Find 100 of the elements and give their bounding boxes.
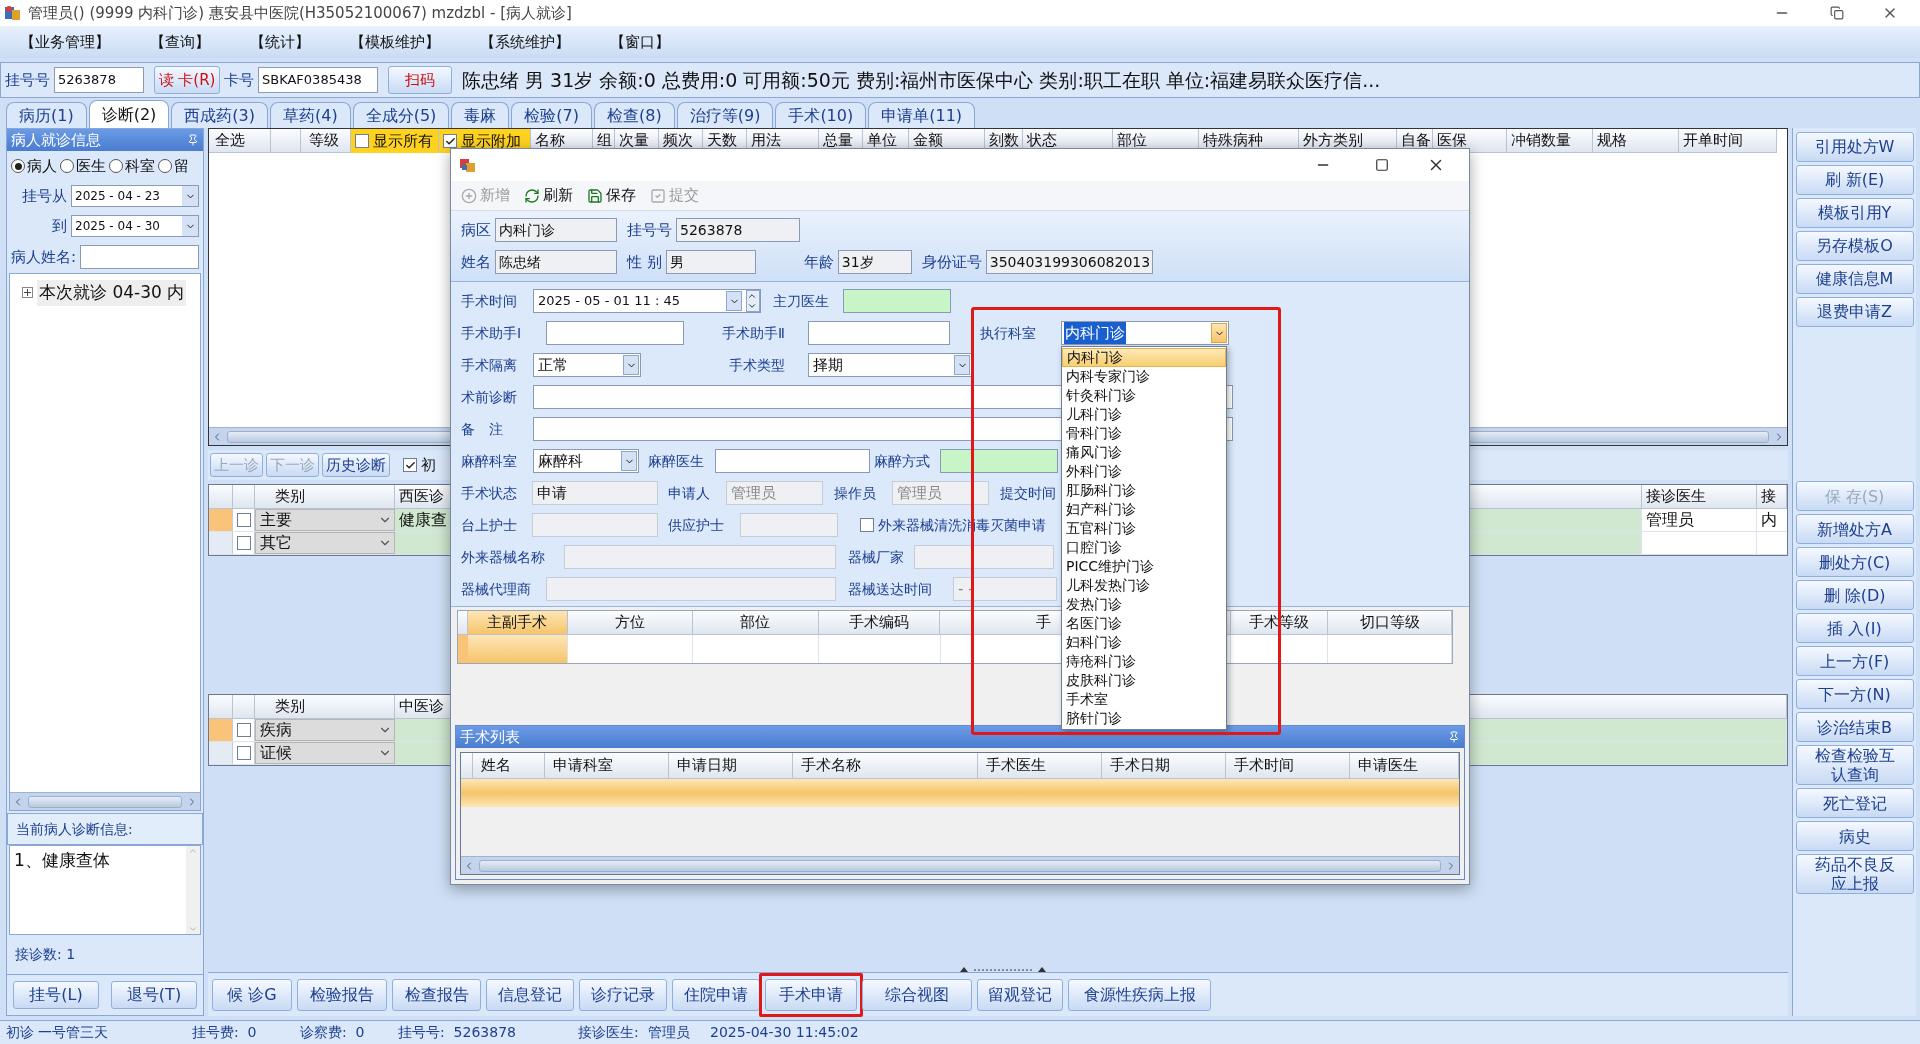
splitter-grip-icon[interactable]: [958, 965, 1048, 973]
action-button[interactable]: 挂号(L): [13, 981, 99, 1009]
side-button[interactable]: 刷 新(E): [1795, 165, 1914, 195]
side-button[interactable]: 检查检验互认查询: [1795, 745, 1914, 785]
category-dropdown[interactable]: 证候: [255, 742, 395, 764]
action-button[interactable]: 检查报告: [392, 978, 481, 1011]
action-button[interactable]: 综合视图: [862, 978, 972, 1011]
tab[interactable]: 诊断(2): [88, 100, 170, 128]
scrollbar-thumb[interactable]: [479, 859, 1441, 872]
side-button[interactable]: 删 除(D): [1795, 580, 1914, 610]
side-button[interactable]: 下一方(N): [1795, 679, 1914, 709]
readonly-field[interactable]: 陈忠绪: [495, 250, 617, 274]
toolbar-button[interactable]: 刷新: [524, 184, 573, 207]
input-field[interactable]: 5263878: [54, 67, 144, 93]
tree-item[interactable]: 本次就诊 04-30 内: [37, 280, 187, 306]
tab[interactable]: 手术(10): [775, 102, 867, 128]
dropdown-button[interactable]: [621, 451, 637, 471]
side-button[interactable]: 诊治结束B: [1795, 712, 1914, 742]
pin-icon[interactable]: [187, 134, 199, 146]
date-field[interactable]: 2025 - 04 - 23: [71, 185, 199, 207]
column-header[interactable]: 主副手术: [468, 611, 568, 635]
checkbox[interactable]: [860, 518, 874, 532]
dropdown-button[interactable]: [623, 355, 639, 375]
tab[interactable]: 西成药(3): [171, 102, 268, 128]
spin-buttons[interactable]: [746, 290, 760, 312]
menu-item[interactable]: 【窗口】: [610, 30, 670, 54]
dropdown-option[interactable]: PICC维护门诊: [1062, 557, 1226, 576]
pin-icon[interactable]: [1448, 731, 1460, 743]
input-field[interactable]: [914, 545, 1054, 569]
menu-item[interactable]: 【查询】: [150, 30, 210, 54]
dropdown-option[interactable]: 儿科门诊: [1062, 405, 1226, 424]
input-field[interactable]: 申请: [532, 481, 658, 505]
action-button[interactable]: 住院申请: [672, 978, 760, 1011]
tab[interactable]: 治疗等(9): [676, 102, 774, 128]
column-header[interactable]: 部位: [692, 611, 819, 635]
dropdown-option[interactable]: 外科门诊: [1062, 462, 1226, 481]
horizontal-scrollbar[interactable]: [10, 792, 200, 810]
dropdown-option[interactable]: 内科门诊: [1062, 348, 1226, 367]
dropdown-option[interactable]: 皮肤科门诊: [1062, 671, 1226, 690]
dropdown-option[interactable]: 口腔门诊: [1062, 538, 1226, 557]
checkbox[interactable]: [355, 134, 369, 148]
dropdown-option[interactable]: 发热门诊: [1062, 595, 1226, 614]
vertical-scrollbar[interactable]: [186, 846, 200, 934]
side-button[interactable]: 另存模板O: [1795, 231, 1914, 261]
radio-button[interactable]: [60, 159, 74, 173]
category-dropdown[interactable]: 其它: [255, 532, 395, 554]
datetime-field[interactable]: 2025 - 05 - 01 11 : 45: [533, 289, 761, 313]
input-field[interactable]: [546, 577, 836, 601]
row-checkbox[interactable]: [236, 513, 251, 527]
scrollbar-thumb[interactable]: [28, 795, 182, 808]
radio-button[interactable]: [109, 159, 123, 173]
menu-item[interactable]: 【系统维护】: [480, 30, 570, 54]
side-button[interactable]: 退费申请Z: [1795, 297, 1914, 327]
action-button[interactable]: 手术申请: [765, 978, 857, 1011]
radio-button[interactable]: [158, 159, 172, 173]
category-dropdown[interactable]: 疾病: [255, 719, 395, 741]
action-button[interactable]: 留观登记: [977, 978, 1063, 1011]
side-button[interactable]: 新增处方A: [1795, 514, 1914, 544]
dropdown-option[interactable]: 名医门诊: [1062, 614, 1226, 633]
dropdown-option[interactable]: 妇科门诊: [1062, 633, 1226, 652]
dropdown-option[interactable]: 儿科发热门诊: [1062, 576, 1226, 595]
input-field[interactable]: SBKAF0385438: [258, 67, 378, 93]
tab[interactable]: 病历(1): [6, 102, 87, 128]
date-field[interactable]: 2025 - 04 - 30: [71, 215, 199, 237]
toolbar-button[interactable]: 保存: [587, 184, 636, 207]
action-button[interactable]: 退号(T): [111, 981, 197, 1009]
restore-icon[interactable]: [1830, 6, 1844, 20]
readonly-field[interactable]: 31岁: [837, 250, 912, 274]
dropdown-field[interactable]: 择期: [808, 353, 972, 377]
tab[interactable]: 申请单(11): [868, 102, 976, 128]
dropdown-field[interactable]: 内科门诊: [1061, 321, 1229, 345]
select-all-header[interactable]: 全选: [209, 129, 271, 153]
scroll-up-icon[interactable]: [188, 846, 198, 856]
side-button[interactable]: 病史: [1795, 821, 1914, 851]
action-button[interactable]: 信息登记: [486, 978, 574, 1011]
category-dropdown[interactable]: 主要: [255, 509, 395, 531]
dropdown-field[interactable]: 正常: [533, 353, 641, 377]
checkbox[interactable]: [403, 458, 417, 472]
menu-item[interactable]: 【模板维护】: [350, 30, 440, 54]
input-field[interactable]: [940, 449, 1058, 473]
read-card-button[interactable]: 读 卡(R): [154, 66, 220, 94]
row-checkbox[interactable]: [236, 723, 251, 737]
dropdown-option[interactable]: 骨科门诊: [1062, 424, 1226, 443]
dropdown-button[interactable]: [182, 186, 198, 206]
side-button[interactable]: 插 入(I): [1795, 613, 1914, 643]
maximize-icon[interactable]: [1375, 158, 1389, 172]
input-field[interactable]: [546, 321, 684, 345]
side-button[interactable]: 上一方(F): [1795, 646, 1914, 676]
tab[interactable]: 毒麻: [451, 102, 510, 128]
dropdown-option[interactable]: 痔疮科门诊: [1062, 652, 1226, 671]
side-button[interactable]: 引用处方W: [1795, 132, 1914, 162]
side-button[interactable]: 健康信息M: [1795, 264, 1914, 294]
dropdown-button[interactable]: [726, 291, 742, 311]
input-field[interactable]: [740, 513, 838, 537]
side-button[interactable]: 药品不良反应上报: [1795, 854, 1914, 894]
menu-item[interactable]: 【业务管理】: [20, 30, 110, 54]
column-header[interactable]: 方位: [567, 611, 693, 635]
column-header[interactable]: 手术编码: [818, 611, 941, 635]
action-button[interactable]: 诊疗记录: [579, 978, 667, 1011]
input-field[interactable]: [843, 289, 951, 313]
